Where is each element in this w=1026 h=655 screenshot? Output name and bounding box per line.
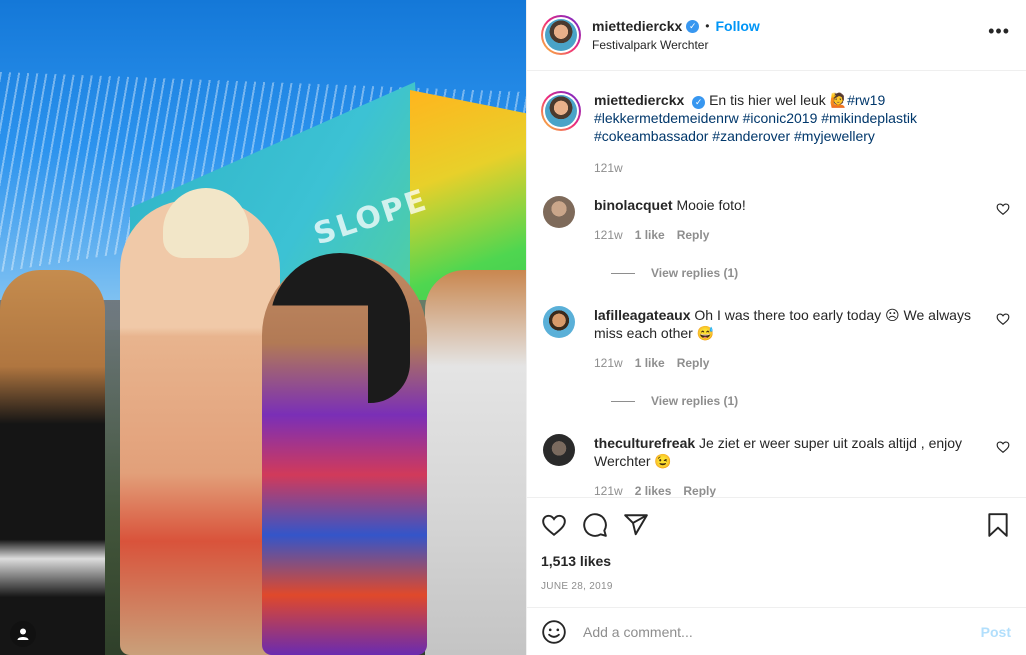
hashtag-link[interactable]: #lekkermetdemeidenrw <box>594 110 739 126</box>
post-photo[interactable]: SLOPE <box>0 0 526 655</box>
hashtag-link[interactable]: #rw19 <box>847 92 885 108</box>
likes-count[interactable]: 1,513 likes <box>541 553 1011 569</box>
comment-time[interactable]: 121w <box>594 354 623 372</box>
view-replies-button[interactable]: View replies (1) <box>611 266 1010 280</box>
post-side-panel: miettedierckx ✓ • Follow Festivalpark We… <box>526 0 1026 655</box>
photo-person-blonde <box>120 200 280 655</box>
photo-person-right <box>425 270 526 655</box>
author-username[interactable]: miettedierckx <box>592 18 682 34</box>
post-date[interactable]: JUNE 28, 2019 <box>541 581 1011 592</box>
heart-icon[interactable] <box>541 512 567 538</box>
commenter-username[interactable]: binolacquet <box>594 197 673 213</box>
commenter-username[interactable]: lafilleagateaux <box>594 307 691 323</box>
post-header: miettedierckx ✓ • Follow Festivalpark We… <box>527 0 1026 71</box>
replies-divider <box>611 400 635 402</box>
post-button[interactable]: Post <box>981 624 1011 640</box>
hashtag-link[interactable]: #mikindeplastik <box>821 110 917 126</box>
follow-button[interactable]: Follow <box>715 18 759 34</box>
caption-username[interactable]: miettedierckx <box>594 92 684 108</box>
share-icon[interactable] <box>623 512 649 538</box>
heart-icon[interactable] <box>996 312 1010 326</box>
commenter-username[interactable]: theculturefreak <box>594 435 695 451</box>
user-tag-icon <box>17 628 29 640</box>
hashtag-link[interactable]: #iconic2019 <box>743 110 818 126</box>
hashtag-link[interactable]: #myjewellery <box>794 128 875 144</box>
caption-text: En tis hier wel leuk 🙋 <box>709 92 848 108</box>
verified-icon: ✓ <box>692 95 706 109</box>
view-replies-label: View replies (1) <box>651 394 739 408</box>
location-link[interactable]: Festivalpark Werchter <box>592 38 988 52</box>
bookmark-icon[interactable] <box>985 512 1011 538</box>
hashtag-link[interactable]: #zanderover <box>712 128 790 144</box>
view-replies-label: View replies (1) <box>651 266 739 280</box>
comment-item: lafilleagateaux Oh I was there too early… <box>541 306 1010 372</box>
comment-likes[interactable]: 2 likes <box>635 482 672 497</box>
commenter-avatar[interactable] <box>543 434 575 466</box>
heart-icon[interactable] <box>996 440 1010 454</box>
verified-icon: ✓ <box>686 19 700 33</box>
caption-timestamp[interactable]: 121w <box>594 159 1010 177</box>
action-bar: 1,513 likes JUNE 28, 2019 <box>527 497 1026 607</box>
caption: miettedierckx ✓ En tis hier wel leuk 🙋#r… <box>541 91 1010 177</box>
caption-avatar[interactable] <box>541 91 581 131</box>
user-tag-button[interactable] <box>10 621 36 647</box>
emoji-icon[interactable] <box>541 619 567 645</box>
commenter-avatar[interactable] <box>543 306 575 338</box>
more-options-icon[interactable]: ••• <box>988 21 1010 50</box>
comment-item: binolacquet Mooie foto! 121w 1 like Repl… <box>541 196 1010 244</box>
photo-person-left <box>0 270 105 655</box>
comment-time[interactable]: 121w <box>594 482 623 497</box>
hashtag-link[interactable]: #cokeambassador <box>594 128 708 144</box>
comment-item: theculturefreak Je ziet er weer super ui… <box>541 434 1010 497</box>
comment-time[interactable]: 121w <box>594 226 623 244</box>
comment-likes[interactable]: 1 like <box>635 226 665 244</box>
commenter-avatar[interactable] <box>543 196 575 228</box>
comments-list[interactable]: miettedierckx ✓ En tis hier wel leuk 🙋#r… <box>527 71 1026 497</box>
comment-likes[interactable]: 1 like <box>635 354 665 372</box>
reply-button[interactable]: Reply <box>683 482 716 497</box>
header-separator: • <box>705 19 710 33</box>
comment-icon[interactable] <box>582 512 608 538</box>
author-avatar[interactable] <box>541 15 581 55</box>
reply-button[interactable]: Reply <box>677 354 710 372</box>
add-comment-bar: Post <box>527 607 1026 655</box>
view-replies-button[interactable]: View replies (1) <box>611 394 1010 408</box>
heart-icon[interactable] <box>996 202 1010 216</box>
reply-button[interactable]: Reply <box>677 226 710 244</box>
replies-divider <box>611 272 635 274</box>
comment-input[interactable] <box>583 623 981 640</box>
comment-text: Mooie foto! <box>676 197 746 213</box>
